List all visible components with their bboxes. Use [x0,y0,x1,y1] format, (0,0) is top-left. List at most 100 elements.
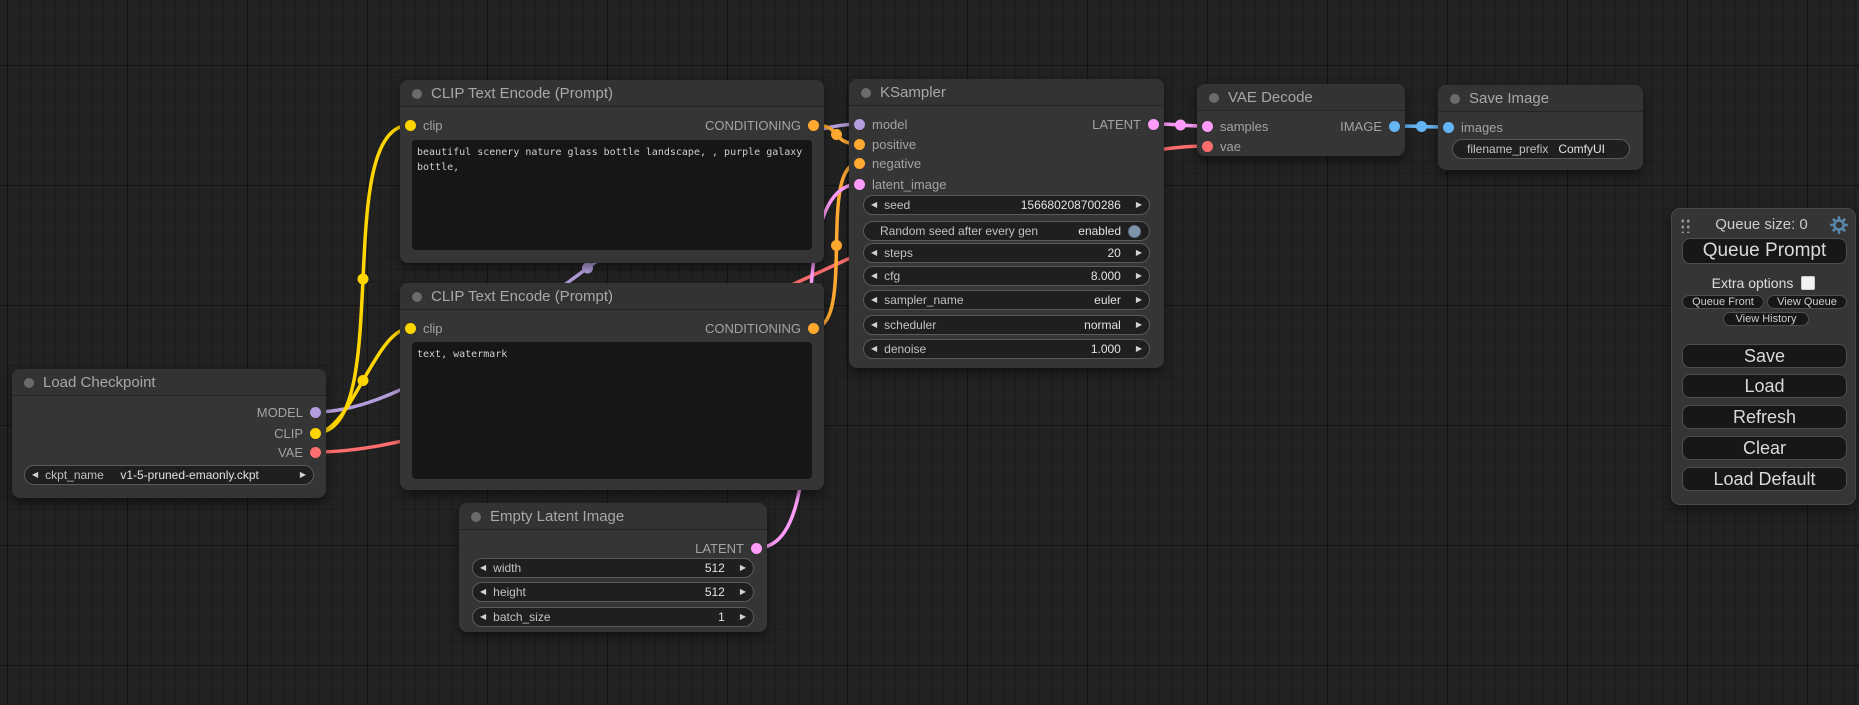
latent-output-slot[interactable] [751,543,762,554]
extra-options-checkbox[interactable] [1801,276,1815,290]
widget-value: 20 [1107,246,1128,260]
cfg-widget[interactable]: ◀ cfg 8.000 ▶ [863,266,1150,286]
load-default-button[interactable]: Load Default [1682,467,1847,491]
node-title-bar[interactable]: CLIP Text Encode (Prompt) [400,80,824,107]
refresh-button[interactable]: Refresh [1682,405,1847,429]
vae-output-slot[interactable] [310,447,321,458]
increment-arrow[interactable]: ▶ [733,583,753,601]
node-title-bar[interactable]: KSampler [849,79,1164,106]
sampler-name-widget[interactable]: ◀ sampler_name euler ▶ [863,290,1150,310]
collapse-dot[interactable] [1450,94,1460,104]
node-title-bar[interactable]: Save Image [1438,85,1643,112]
negative-prompt-textarea[interactable]: text, watermark [412,342,812,479]
clip-input-slot[interactable] [405,323,416,334]
model-output-slot[interactable] [310,407,321,418]
comfyui-app: { "slot_colors": { "MODEL": "#B39DDB", "… [0,0,1859,705]
node-clip-text-encode-positive[interactable]: CLIP Text Encode (Prompt) clip CONDITION… [400,80,824,263]
widget-name: scheduler [884,318,936,332]
widget-value: 156680208700286 [1021,198,1129,212]
decrement-arrow[interactable]: ◀ [864,267,884,285]
decrement-arrow[interactable]: ◀ [473,559,493,577]
increment-arrow[interactable]: ▶ [1129,340,1149,358]
settings-gear-icon[interactable] [1829,215,1849,235]
slot-row-model: model LATENT [849,114,1164,134]
next-value-arrow[interactable]: ▶ [1129,316,1149,334]
positive-prompt-textarea[interactable]: beautiful scenery nature glass bottle la… [412,140,812,250]
clear-button[interactable]: Clear [1682,436,1847,460]
filename-prefix-widget[interactable]: filename_prefix ComfyUI [1452,139,1630,159]
widget-name: width [493,561,521,575]
node-save-image[interactable]: Save Image images filename_prefix ComfyU… [1438,85,1643,170]
conditioning-output-slot[interactable] [808,120,819,131]
widget-name: sampler_name [884,293,963,307]
node-empty-latent-image[interactable]: Empty Latent Image LATENT ◀ width 512 ▶ … [459,503,767,632]
node-ksampler[interactable]: KSampler model LATENT positive negative … [849,79,1164,368]
scheduler-widget[interactable]: ◀ scheduler normal ▶ [863,315,1150,335]
steps-widget[interactable]: ◀ steps 20 ▶ [863,243,1150,263]
batch-size-widget[interactable]: ◀ batch_size 1 ▶ [472,607,754,627]
prev-value-arrow[interactable]: ◀ [864,291,884,309]
negative-input-slot[interactable] [854,158,865,169]
widget-value: 512 [705,561,733,575]
height-widget[interactable]: ◀ height 512 ▶ [472,582,754,602]
width-widget[interactable]: ◀ width 512 ▶ [472,558,754,578]
save-button[interactable]: Save [1682,344,1847,368]
next-value-arrow[interactable]: ▶ [1129,291,1149,309]
increment-arrow[interactable]: ▶ [733,608,753,626]
node-title-bar[interactable]: VAE Decode [1197,84,1405,111]
samples-input-slot[interactable] [1202,121,1213,132]
increment-arrow[interactable]: ▶ [1129,196,1149,214]
slot-row-clip: clip CONDITIONING [400,318,824,338]
decrement-arrow[interactable]: ◀ [473,583,493,601]
queue-prompt-button[interactable]: Queue Prompt [1682,238,1847,264]
next-value-arrow[interactable]: ▶ [293,466,313,484]
node-title: Save Image [1469,90,1549,107]
clip-output-slot[interactable] [310,428,321,439]
prev-value-arrow[interactable]: ◀ [864,316,884,334]
vae-input-slot[interactable] [1202,141,1213,152]
input-label-images: images [1461,120,1503,135]
collapse-dot[interactable] [1209,93,1219,103]
decrement-arrow[interactable]: ◀ [473,608,493,626]
panel-drag-handle[interactable] [1679,217,1690,233]
node-title-bar[interactable]: Load Checkpoint [12,369,326,396]
queue-front-button[interactable]: Queue Front [1682,295,1764,309]
node-vae-decode[interactable]: VAE Decode samples IMAGE vae [1197,84,1405,156]
node-clip-text-encode-negative[interactable]: CLIP Text Encode (Prompt) clip CONDITION… [400,283,824,490]
node-title-bar[interactable]: Empty Latent Image [459,503,767,530]
latent-output-slot[interactable] [1148,119,1159,130]
seed-widget[interactable]: ◀ seed 156680208700286 ▶ [863,195,1150,215]
latent-image-input-slot[interactable] [854,179,865,190]
toggle-enabled-indicator[interactable] [1128,225,1141,238]
decrement-arrow[interactable]: ◀ [864,196,884,214]
image-output-slot[interactable] [1389,121,1400,132]
increment-arrow[interactable]: ▶ [1129,267,1149,285]
conditioning-output-slot[interactable] [808,323,819,334]
increment-arrow[interactable]: ▶ [733,559,753,577]
model-input-slot[interactable] [854,119,865,130]
random-seed-toggle[interactable]: Random seed after every gen enabled [863,221,1150,241]
collapse-dot[interactable] [471,512,481,522]
ckpt-name-widget[interactable]: ◀ ckpt_name v1-5-pruned-emaonly.ckpt ▶ [24,465,314,485]
prev-value-arrow[interactable]: ◀ [25,466,45,484]
collapse-dot[interactable] [24,378,34,388]
widget-value: normal [1084,318,1129,332]
collapse-dot[interactable] [412,292,422,302]
decrement-arrow[interactable]: ◀ [864,244,884,262]
denoise-widget[interactable]: ◀ denoise 1.000 ▶ [863,339,1150,359]
collapse-dot[interactable] [412,89,422,99]
collapse-dot[interactable] [861,88,871,98]
view-history-button[interactable]: View History [1723,312,1809,326]
clip-input-slot[interactable] [405,120,416,131]
images-input-slot[interactable] [1443,122,1454,133]
load-button[interactable]: Load [1682,374,1847,398]
node-load-checkpoint[interactable]: Load Checkpoint MODEL CLIP VAE ◀ ckpt_na… [12,369,326,498]
view-queue-button[interactable]: View Queue [1767,295,1847,309]
input-label-vae: vae [1220,139,1241,154]
decrement-arrow[interactable]: ◀ [864,340,884,358]
increment-arrow[interactable]: ▶ [1129,244,1149,262]
node-title-bar[interactable]: CLIP Text Encode (Prompt) [400,283,824,310]
positive-input-slot[interactable] [854,139,865,150]
slot-row-negative: negative [849,153,1164,173]
slot-row-samples: samples IMAGE [1197,116,1405,136]
